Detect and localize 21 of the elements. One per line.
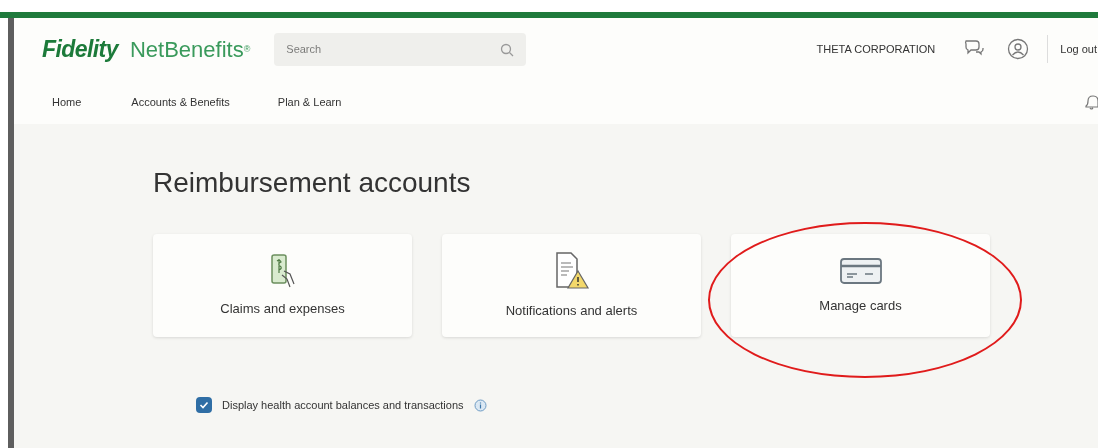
checkbox-label: Display health account balances and transactions	[222, 398, 464, 413]
company-name: THETA CORPORATION	[816, 41, 936, 57]
check-icon	[199, 400, 209, 411]
credit-card-icon	[838, 255, 883, 286]
logout-link[interactable]: Log out	[1060, 40, 1098, 58]
document-warning-icon	[553, 250, 590, 291]
product-name: NetBenefits$^{®}$	[129, 35, 251, 64]
phone-hand-icon	[269, 252, 296, 289]
user-icon[interactable]	[1007, 38, 1030, 60]
tile-button[interactable]: Notifications and alerts	[442, 234, 701, 337]
tile-button[interactable]: Claims and expenses	[153, 234, 412, 337]
search-field[interactable]: Search	[274, 32, 527, 66]
page-title: Reimbursement accounts	[153, 166, 472, 200]
bell-icon[interactable]	[1084, 93, 1098, 111]
nav-link[interactable]: Accounts & Benefits	[131, 93, 230, 111]
brand-logo[interactable]: Fidelity	[42, 31, 118, 67]
nav-link[interactable]: Plan & Learn	[277, 93, 342, 111]
checkbox[interactable]	[196, 397, 212, 414]
nav-link[interactable]: Home	[52, 93, 82, 111]
tile-button[interactable]: Manage cards	[731, 234, 990, 337]
search-icon	[500, 42, 515, 57]
